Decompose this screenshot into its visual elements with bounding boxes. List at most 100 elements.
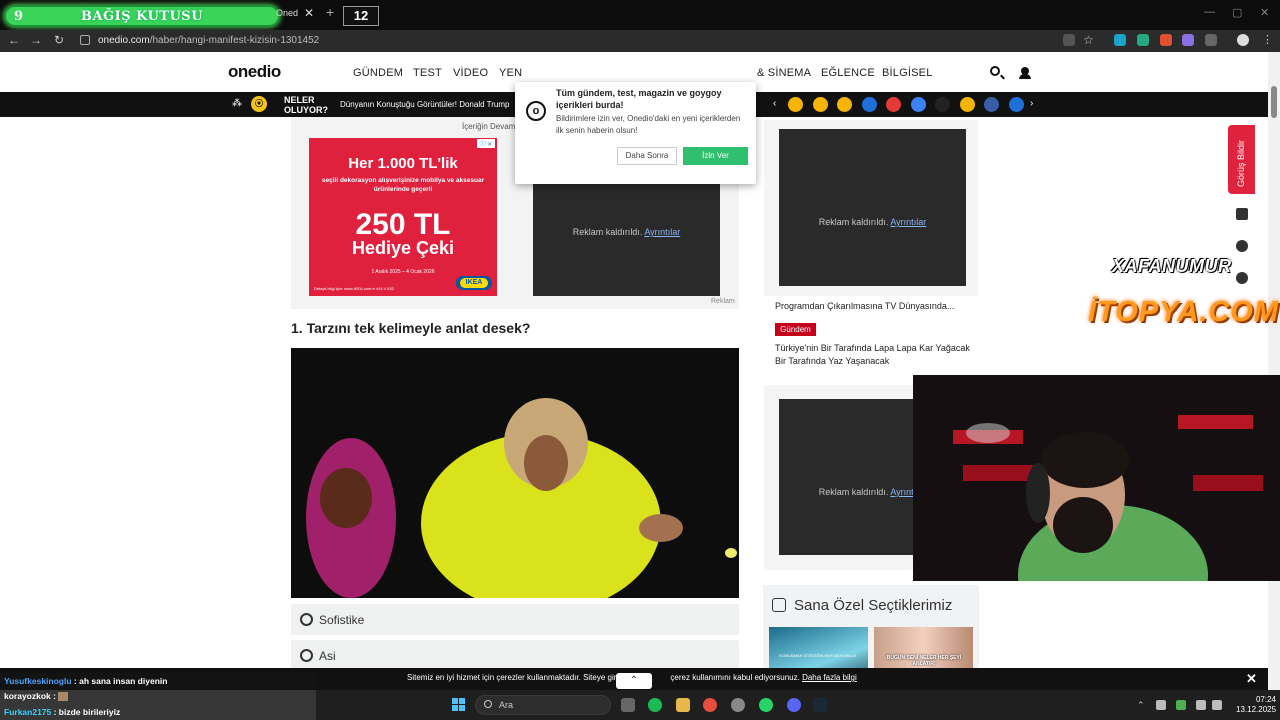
tray-icon[interactable] (1156, 700, 1166, 710)
user-icon[interactable] (1019, 67, 1031, 79)
reaction-icon[interactable] (910, 97, 926, 112)
bookmark-icon[interactable] (1236, 208, 1248, 220)
cookie-close-icon[interactable]: ✕ (1246, 671, 1257, 687)
ad-subtext: seçili dekorasyon alışverişinize mobilya… (321, 177, 485, 193)
app-icon[interactable] (731, 698, 745, 712)
extension-icon[interactable] (1114, 34, 1126, 46)
scrollbar-thumb[interactable] (1271, 86, 1277, 118)
task-view-icon[interactable] (621, 698, 635, 712)
sidebar-story[interactable]: Türkiye'nin Bir Tarafında Lapa Lapa Kar … (775, 342, 975, 368)
back-button[interactable]: ← (6, 33, 22, 47)
reload-button[interactable]: ↻ (51, 33, 67, 47)
reaction-icon[interactable] (959, 97, 975, 112)
taskbar-search[interactable] (475, 695, 611, 715)
volume-icon[interactable] (1212, 700, 1222, 710)
sidebar-story[interactable]: Programdan Çıkarılmasına TV Dünyasında..… (775, 301, 954, 311)
ad-close-icon[interactable]: ⓘ ✕ (477, 139, 495, 148)
ticker-label-line1: NELER (284, 95, 315, 105)
reaction-icon[interactable] (935, 97, 950, 112)
discord-icon[interactable] (787, 698, 801, 712)
nav-yeni[interactable]: YEN (499, 67, 522, 79)
network-icon[interactable] (1196, 700, 1206, 710)
start-logo-pane (459, 698, 465, 704)
donation-label: BAĞIŞ KUTUSU (80, 9, 204, 24)
cookie-toggle-button[interactable]: ⌃ (616, 673, 652, 689)
nav-gundem[interactable]: GÜNDEM (353, 67, 403, 79)
feedback-label: Görüş Bildir (1236, 139, 1246, 187)
tab-close-icon[interactable]: ✕ (304, 6, 314, 20)
cookie-text-part1: Sitemiz en iyi hizmet için çerezler kull… (407, 673, 617, 682)
reaction-icon[interactable] (837, 97, 852, 112)
scrollbar[interactable] (1268, 52, 1280, 690)
cookie-more-link[interactable]: Daha fazla bilgi (802, 673, 857, 682)
nav-eglence[interactable]: EĞLENCE (821, 67, 875, 79)
spotify-icon[interactable] (648, 698, 662, 712)
close-window-button[interactable]: ✕ (1260, 6, 1269, 19)
start-button-icon[interactable] (452, 698, 466, 712)
answer-option[interactable]: Asi (291, 640, 739, 671)
ad-details-link[interactable]: Ayrıntılar (890, 217, 926, 227)
start-logo-pane (452, 705, 458, 711)
minimize-button[interactable]: — (1204, 6, 1215, 18)
tray-overflow-icon[interactable]: ⌃ (1137, 700, 1147, 710)
ticker-headline[interactable]: Dünyanın Konuştuğu Görüntüler! Donald Tr… (340, 100, 509, 109)
ad-continue-label: İçeriğin Devamı (462, 122, 518, 131)
tab-title[interactable]: Oned (276, 8, 298, 18)
forward-button[interactable]: → (28, 33, 44, 47)
chat-message: korayozkok : (4, 691, 69, 702)
allow-button[interactable]: İzin Ver (683, 147, 748, 165)
nav-sinema[interactable]: & SİNEMA (757, 67, 811, 79)
ikea-logo-text: IKEA (460, 278, 488, 288)
radio-icon[interactable] (300, 613, 313, 626)
clock[interactable]: 07:24 13.12.2025 (1236, 695, 1276, 715)
reaction-icon[interactable] (886, 97, 901, 112)
profile-avatar[interactable] (1237, 34, 1249, 46)
reaction-icon[interactable] (861, 97, 877, 112)
steam-icon[interactable] (813, 698, 827, 712)
reaction-icon[interactable] (984, 97, 999, 112)
removed-ad-text: Reklam kaldırıldı. (818, 217, 889, 227)
microphone-icon[interactable] (1176, 700, 1186, 710)
webcam-feed (913, 375, 1280, 581)
share-icon[interactable] (1236, 272, 1248, 284)
nav-bilgisel[interactable]: BİLGİSEL (882, 67, 933, 79)
later-button[interactable]: Daha Sonra (617, 147, 677, 165)
file-explorer-icon[interactable] (676, 698, 690, 712)
pick-card-text: BUGÜN SENİ NELER HER ŞEYİ ANLATIR! (886, 655, 962, 667)
removed-ad-text: Reklam kaldırıldı. (572, 227, 643, 237)
install-icon[interactable] (1063, 34, 1075, 46)
ikea-ad-banner[interactable]: Her 1.000 TL'lik seçili dekorasyon alışv… (309, 138, 497, 296)
search-icon[interactable] (990, 66, 1000, 76)
site-logo[interactable]: onedio (228, 62, 281, 82)
grid-menu-icon[interactable]: ⁂ (232, 98, 242, 109)
browser-menu-icon[interactable]: ⋮ (1262, 34, 1274, 46)
new-tab-button[interactable]: + (326, 4, 334, 20)
radio-icon[interactable] (300, 649, 313, 662)
extension-icon[interactable] (1160, 34, 1172, 46)
reaction-icon[interactable] (1008, 97, 1024, 112)
extensions-puzzle-icon[interactable] (1205, 34, 1217, 46)
nav-video[interactable]: VİDEO (453, 67, 488, 79)
ad-details-link[interactable]: Ayrıntılar (644, 227, 680, 237)
nav-test[interactable]: TEST (413, 67, 442, 79)
removed-ad-text: Reklam kaldırıldı. (818, 487, 889, 497)
reaction-prev-icon[interactable]: ‹ (773, 98, 776, 109)
chrome-icon[interactable] (703, 698, 717, 712)
category-tag[interactable]: Gündem (775, 323, 816, 336)
url-host: onedio.com (98, 35, 150, 46)
maximize-button[interactable]: ▢ (1232, 6, 1242, 19)
ad-gift-text: Hediye Çeki (351, 238, 455, 258)
url-field[interactable]: onedio.com/haber/hangi-manifest-kizisin-… (98, 35, 319, 46)
reaction-icon[interactable] (788, 97, 803, 112)
site-info-icon[interactable] (80, 35, 90, 45)
comment-icon[interactable] (1236, 240, 1248, 252)
feedback-button[interactable]: Görüş Bildir (1228, 125, 1255, 194)
streamer-name-overlay: XAFANUMUR (1112, 256, 1232, 277)
reaction-next-icon[interactable]: › (1030, 98, 1033, 109)
reaction-icon[interactable] (812, 97, 828, 112)
extension-icon[interactable] (1182, 34, 1194, 46)
answer-option[interactable]: Sofistike (291, 604, 739, 635)
extension-icon[interactable] (1137, 34, 1149, 46)
whatsapp-icon[interactable] (759, 698, 773, 712)
bookmark-star-icon[interactable]: ☆ (1083, 34, 1095, 46)
